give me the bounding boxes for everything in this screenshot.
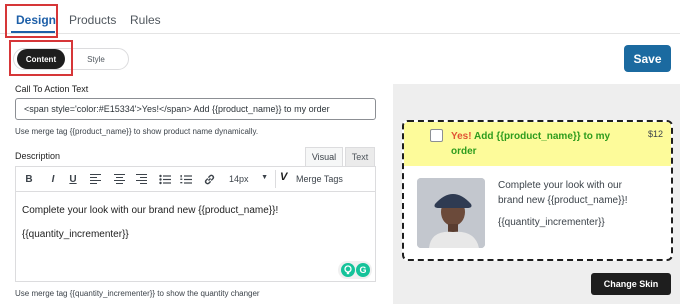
- link-icon[interactable]: [202, 172, 216, 186]
- underline-button[interactable]: U: [66, 172, 80, 186]
- product-image: [417, 178, 485, 248]
- change-skin-button[interactable]: Change Skin: [591, 273, 671, 295]
- grammarly-icon[interactable]: G: [356, 263, 370, 277]
- editor-line-1: Complete your look with our brand new {{…: [22, 205, 279, 216]
- preview-desc-line-3: {{quantity_incrementer}}: [498, 217, 605, 228]
- tab-rules[interactable]: Rules: [130, 13, 161, 27]
- chevron-down-icon: ▼: [261, 174, 268, 181]
- bullet-list-icon[interactable]: [158, 172, 172, 186]
- style-mode-button[interactable]: Style: [80, 49, 112, 69]
- upsell-preview-card: Yes! Add {{product_name}} to my order $1…: [402, 120, 673, 261]
- lightbulb-icon[interactable]: [341, 263, 355, 277]
- align-left-icon[interactable]: [88, 172, 102, 186]
- align-right-icon[interactable]: [134, 172, 148, 186]
- editor-line-2: {{quantity_incrementer}}: [22, 229, 129, 240]
- bold-button[interactable]: B: [22, 172, 36, 186]
- numbered-list-icon[interactable]: [179, 172, 193, 186]
- description-editor[interactable]: B I U 14px ▼ V Merge Tags Complete your …: [15, 166, 376, 282]
- save-button[interactable]: Save: [624, 45, 671, 72]
- italic-button[interactable]: I: [46, 172, 60, 186]
- cta-help-text: Use merge tag {{product_name}} to show p…: [15, 127, 259, 136]
- merge-tags-label: Merge Tags: [296, 174, 343, 184]
- font-size-value: 14px: [229, 174, 249, 184]
- align-center-icon[interactable]: [112, 172, 126, 186]
- preview-desc-line-2: brand new {{product_name}}!: [498, 195, 628, 206]
- preview-card-header: Yes! Add {{product_name}} to my order $1…: [404, 122, 671, 166]
- preview-price: $12: [647, 129, 663, 139]
- tab-text[interactable]: Text: [345, 147, 375, 166]
- preview-checkbox[interactable]: [430, 129, 443, 142]
- tab-products[interactable]: Products: [69, 13, 116, 27]
- grammarly-widget[interactable]: G: [338, 261, 372, 279]
- tab-visual[interactable]: Visual: [305, 147, 343, 166]
- preview-title: Yes! Add {{product_name}} to my order: [451, 129, 611, 159]
- cta-text-input[interactable]: <span style='color:#E15334'>Yes!</span> …: [15, 98, 376, 120]
- description-help-text: Use merge tag {{quantity_incrementer}} t…: [15, 289, 260, 298]
- font-size-select[interactable]: 14px ▼: [225, 170, 271, 188]
- preview-desc-line-1: Complete your look with our: [498, 180, 622, 191]
- content-mode-highlight: [9, 40, 73, 76]
- description-label: Description: [15, 151, 61, 161]
- merge-tags-button[interactable]: V Merge Tags: [275, 170, 350, 188]
- tabs-divider: [0, 33, 680, 34]
- editor-toolbar: B I U 14px ▼ V Merge Tags: [16, 167, 375, 192]
- cta-label: Call To Action Text: [15, 84, 89, 94]
- preview-title-yes: Yes!: [451, 131, 472, 142]
- merge-tags-icon: V: [280, 171, 288, 183]
- design-tab-highlight: [5, 4, 58, 38]
- preview-title-rest: Add {{product_name}} to my order: [451, 131, 611, 157]
